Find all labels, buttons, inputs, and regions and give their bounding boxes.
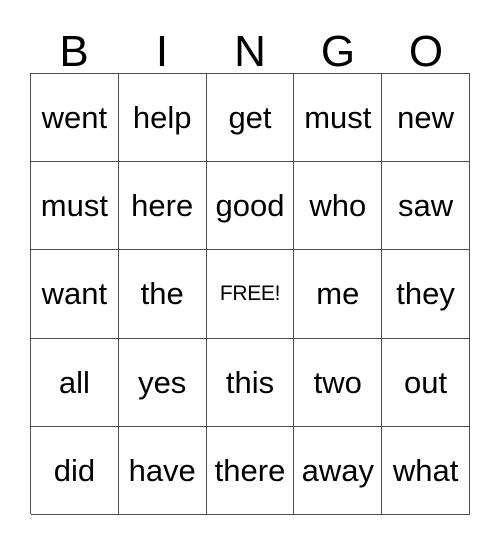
bingo-cell-label: here [131, 188, 194, 224]
bingo-cell[interactable]: yes [118, 338, 207, 427]
bingo-cell-label: there [214, 452, 286, 488]
header-letter-text: N [234, 27, 266, 77]
bingo-grid: went help get must new must here good wh… [30, 73, 470, 515]
bingo-cell[interactable]: saw [382, 162, 470, 251]
bingo-cell[interactable]: away [294, 426, 383, 515]
bingo-cell[interactable]: want [31, 250, 119, 339]
bingo-header-letter-n: N [206, 20, 294, 77]
bingo-cell-label: this [225, 364, 275, 400]
bingo-cell[interactable]: new [382, 74, 470, 163]
bingo-cell-label: get [228, 100, 272, 136]
bingo-cell[interactable]: get [206, 74, 295, 163]
bingo-row: did have there away what [31, 426, 470, 515]
bingo-cell-label: away [301, 452, 374, 488]
bingo-header-row: B I N G O [30, 20, 470, 77]
bingo-row: went help get must new [31, 74, 470, 163]
bingo-free-space-cell[interactable]: FREE! [206, 250, 295, 339]
bingo-cell[interactable]: good [206, 162, 295, 251]
bingo-cell[interactable]: two [294, 338, 383, 427]
bingo-cell-label: all [58, 364, 90, 400]
bingo-cell[interactable]: me [294, 250, 383, 339]
bingo-cell-label: did [53, 452, 96, 488]
bingo-row: all yes this two out [31, 338, 470, 427]
bingo-cell-label: what [392, 452, 459, 488]
bingo-cell-label: went [41, 100, 108, 136]
bingo-cell[interactable]: who [294, 162, 383, 251]
bingo-cell[interactable]: here [118, 162, 207, 251]
bingo-cell[interactable]: what [382, 426, 470, 515]
bingo-cell[interactable]: there [206, 426, 295, 515]
bingo-cell-label: must [304, 100, 372, 136]
bingo-cell[interactable]: went [31, 74, 119, 163]
bingo-cell[interactable]: help [118, 74, 207, 163]
bingo-cell-label: have [128, 452, 196, 488]
bingo-header-letter-b: B [30, 20, 118, 77]
bingo-cell[interactable]: out [382, 338, 470, 427]
bingo-header-letter-g: G [294, 20, 382, 77]
bingo-cell[interactable]: must [31, 162, 119, 251]
bingo-cell-label: they [396, 276, 455, 312]
bingo-row: must here good who saw [31, 162, 470, 251]
bingo-cell[interactable]: the [118, 250, 207, 339]
bingo-cell[interactable]: this [206, 338, 295, 427]
bingo-free-space-label: FREE! [219, 282, 281, 306]
bingo-cell-label: me [316, 276, 360, 312]
bingo-row: want the FREE! me they [31, 250, 470, 339]
bingo-cell[interactable]: did [31, 426, 119, 515]
bingo-header-letter-o: O [382, 20, 470, 77]
bingo-cell-label: good [215, 188, 285, 224]
bingo-cell-label: saw [398, 188, 454, 224]
bingo-cell[interactable]: must [294, 74, 383, 163]
header-letter-text: I [155, 27, 169, 77]
bingo-cell-label: help [132, 100, 192, 136]
bingo-cell-label: two [313, 364, 362, 400]
bingo-cell-label: the [140, 276, 184, 312]
header-letter-text: B [59, 27, 89, 77]
bingo-card: B I N G O went help get must new must he… [0, 0, 500, 544]
bingo-cell-label: yes [138, 364, 187, 400]
bingo-cell[interactable]: have [118, 426, 207, 515]
bingo-cell[interactable]: they [382, 250, 470, 339]
bingo-cell-label: new [397, 100, 455, 136]
bingo-cell-label: want [41, 276, 108, 312]
bingo-cell[interactable]: all [31, 338, 119, 427]
header-letter-text: G [320, 27, 356, 77]
bingo-cell-label: out [404, 364, 448, 400]
header-letter-text: O [408, 27, 444, 77]
bingo-header-letter-i: I [118, 20, 206, 77]
bingo-cell-label: must [40, 188, 108, 224]
bingo-cell-label: who [309, 188, 367, 224]
